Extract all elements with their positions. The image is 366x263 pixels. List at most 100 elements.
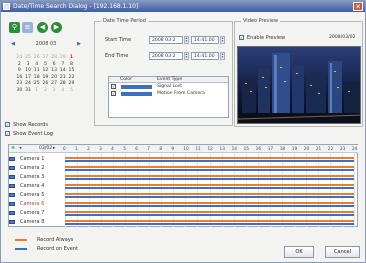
start-time-field[interactable]: 14:41:00 [191, 36, 219, 44]
hour-tick-label: 11 [195, 146, 201, 151]
timeline-prev-button[interactable]: ◂ [19, 146, 21, 152]
record-on-event-bar[interactable] [65, 223, 354, 225]
previous-icon[interactable]: ◀ [37, 22, 48, 33]
event-type-column-header: Event Type [157, 77, 183, 82]
record-always-bar[interactable] [65, 184, 354, 186]
calendar-day[interactable]: 5 [67, 88, 76, 95]
hour-tick-label: 4 [111, 146, 114, 151]
record-always-bar[interactable] [65, 202, 354, 204]
record-on-event-legend-swatch [15, 248, 27, 250]
start-time-spinner[interactable]: ▴ ▾ [220, 36, 225, 44]
hour-tick-label: 15 [243, 146, 249, 151]
record-on-event-bar[interactable] [65, 178, 354, 180]
camera-row[interactable]: Camera 7 [9, 209, 358, 217]
end-time-field[interactable]: 14:41:00 [191, 52, 219, 60]
camera-label[interactable]: Camera 8 [12, 218, 44, 226]
record-always-bar[interactable] [65, 220, 354, 222]
record-on-event-bar[interactable] [65, 205, 354, 207]
camera-row[interactable]: Camera 3 [9, 173, 358, 181]
motion-color-swatch[interactable] [121, 92, 152, 96]
end-date-spinner[interactable]: ▴ ▾ [184, 52, 189, 60]
show-records-checkbox[interactable]: ✓ [5, 122, 10, 127]
record-always-bar[interactable] [65, 193, 354, 195]
camera-row[interactable]: Camera 6 [9, 200, 358, 208]
event-row-signal-lost[interactable]: ✓ Signal Lost [109, 83, 228, 90]
camera-label[interactable]: Camera 4 [12, 182, 44, 190]
record-always-bar[interactable] [65, 211, 354, 213]
calendar-day[interactable]: 4 [58, 88, 67, 95]
end-time-spinner[interactable]: ▴ ▾ [220, 52, 225, 60]
calendar-month: 2008 03 [35, 41, 57, 47]
next-month-button[interactable]: ▶ [76, 41, 82, 47]
enable-preview-checkbox[interactable]: ✓ [239, 35, 244, 40]
zoom-icon[interactable]: ⊕ [11, 146, 15, 152]
start-date-spinner[interactable]: ▴ ▾ [184, 36, 189, 44]
camera-row[interactable]: Camera 8 [9, 218, 358, 226]
camera-label[interactable]: Camera 1 [12, 155, 44, 163]
calendar-day[interactable]: 30 [15, 88, 24, 95]
timeline-next-button[interactable]: ▸ [53, 146, 55, 152]
hour-tick-label: 14 [231, 146, 237, 151]
calendar-day[interactable]: 3 [50, 88, 59, 95]
show-records-option[interactable]: ✓ Show Records [5, 121, 48, 128]
signal-lost-checkbox[interactable]: ✓ [111, 84, 116, 89]
record-on-event-bar[interactable] [65, 169, 354, 171]
event-row-motion[interactable]: ✓ Motion From Camera [109, 90, 228, 97]
timeline-toolbar: ⊕ ◂ 03/02 ▸ 0 1 2 3 4 5 6 7 8 9 10 11 12 13 14 15 16 17 18… [9, 145, 358, 153]
enable-preview-option[interactable]: ✓ Enable Preview [239, 34, 285, 41]
camera-row[interactable]: Camera 2 [9, 164, 358, 172]
next-icon[interactable]: ▶ [51, 22, 62, 33]
camera-label[interactable]: Camera 3 [12, 173, 44, 181]
hour-tick-label: 20 [303, 146, 310, 151]
hour-tick-label: 8 [159, 146, 162, 151]
show-event-log-checkbox[interactable]: ✓ [5, 131, 10, 136]
video-preview-frame[interactable] [237, 46, 361, 124]
record-on-event-bar[interactable] [65, 160, 354, 162]
record-on-event-bar[interactable] [65, 196, 354, 198]
signal-lost-color-swatch[interactable] [121, 85, 152, 89]
search-icon[interactable]: ⚲ [9, 22, 20, 33]
camera-row[interactable]: Camera 5 [9, 191, 358, 199]
motion-checkbox[interactable]: ✓ [111, 91, 116, 96]
close-button[interactable]: ✕ [353, 2, 363, 11]
title-bar[interactable]: Date/Time Search Dialog - [192.168.1.10]… [1, 1, 365, 12]
hour-tick-label: 6 [135, 146, 138, 151]
hour-tick-label: 9 [171, 146, 175, 151]
hour-tick-label: 0 [63, 146, 66, 151]
camera-label[interactable]: Camera 6 [12, 200, 44, 208]
record-on-event-legend-label: Record on Event [37, 246, 79, 252]
show-event-log-option[interactable]: ✓ Show Event Log [5, 130, 53, 137]
camera-row[interactable]: Camera 4 [9, 182, 358, 190]
camera-label[interactable]: Camera 7 [12, 209, 44, 217]
record-always-bar[interactable] [65, 166, 354, 168]
calendar-day[interactable]: 1 [32, 88, 41, 95]
record-always-legend-swatch [15, 239, 27, 241]
filter-icon[interactable]: ≡ [22, 22, 33, 33]
city-night-image [238, 47, 360, 123]
start-time-label: Start Time [105, 37, 132, 43]
cancel-button[interactable]: Cancel [325, 246, 360, 258]
camera-label[interactable]: Camera 5 [12, 191, 44, 199]
record-always-bar[interactable] [65, 175, 354, 177]
record-always-legend-label: Record Always [37, 237, 74, 243]
timeline-panel[interactable]: ⊕ ◂ 03/02 ▸ 0 1 2 3 4 5 6 7 8 9 10 11 12 13 14 15 16 17 18… [8, 144, 358, 227]
previous-month-button[interactable]: ◀ [10, 41, 16, 47]
record-always-bar[interactable] [65, 157, 354, 159]
ok-button[interactable]: OK [284, 246, 314, 258]
start-date-field[interactable]: 2008 03 2 [149, 36, 183, 44]
hour-tick-label: 22 [327, 146, 334, 151]
record-on-event-bar[interactable] [65, 214, 354, 216]
calendar-day[interactable]: 2 [41, 88, 50, 95]
show-records-label: Show Records [13, 121, 48, 128]
end-date-field[interactable]: 2008 03 2 [149, 52, 183, 60]
hour-tick-label: 21 [315, 146, 322, 151]
camera-label[interactable]: Camera 2 [12, 164, 44, 172]
calendar-header: ◀ 2008 03 ▶ [10, 41, 82, 49]
record-on-event-bar[interactable] [65, 187, 354, 189]
hour-tick-label: 3 [99, 146, 102, 151]
calendar-day[interactable]: 31 [24, 88, 33, 95]
hour-tick-label: 1 [75, 146, 78, 151]
end-time-label: End Time [105, 53, 129, 59]
color-column-header: Color [120, 77, 132, 82]
camera-row[interactable]: Camera 1 [9, 155, 358, 163]
